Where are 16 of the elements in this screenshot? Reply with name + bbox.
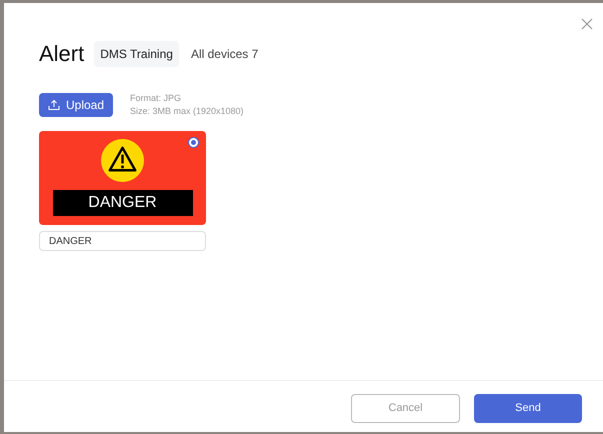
- upload-button[interactable]: Upload: [39, 93, 113, 117]
- image-card[interactable]: DANGER: [39, 131, 206, 225]
- radio-button[interactable]: [188, 137, 199, 148]
- danger-banner: DANGER: [52, 190, 192, 216]
- send-button[interactable]: Send: [474, 394, 582, 423]
- dialog-title: Alert: [39, 40, 84, 68]
- close-button[interactable]: [580, 17, 594, 31]
- image-name-field[interactable]: DANGER: [39, 231, 206, 251]
- size-hint: Size: 3MB max (1920x1080): [130, 105, 244, 118]
- warning-icon: [101, 139, 144, 182]
- format-hint: Format: JPG: [130, 92, 182, 105]
- close-icon: [580, 17, 594, 31]
- cancel-button[interactable]: Cancel: [351, 394, 460, 423]
- group-tag: DMS Training: [94, 40, 179, 66]
- device-count: All devices 7: [190, 46, 258, 62]
- upload-icon: [48, 99, 60, 111]
